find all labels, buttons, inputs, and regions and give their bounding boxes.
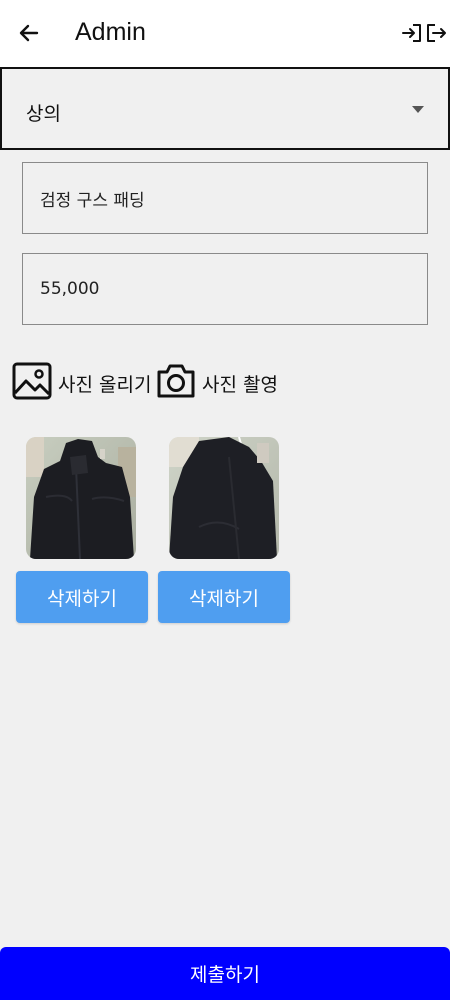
camera-icon [156, 363, 196, 403]
submit-button[interactable]: 제출하기 [0, 947, 450, 1000]
product-name-field[interactable] [22, 162, 428, 234]
category-select[interactable]: 상의 [0, 67, 450, 150]
upload-photo-label: 사진 올리기 [58, 373, 152, 396]
category-selected-value: 상의 [26, 103, 61, 125]
app-bar: Admin [0, 0, 450, 68]
price-field[interactable] [22, 253, 428, 325]
price-input[interactable] [23, 254, 427, 324]
delete-photo-button[interactable]: 삭제하기 [16, 571, 148, 623]
upload-photo-button[interactable]: 사진 올리기 [12, 362, 152, 404]
image-icon [12, 362, 52, 404]
page-title: Admin [75, 18, 146, 46]
login-icon[interactable] [400, 20, 424, 46]
dropdown-arrow-icon [412, 106, 424, 113]
arrow-back-icon[interactable] [14, 18, 44, 48]
logout-icon[interactable] [424, 20, 448, 46]
photo-thumbnail [169, 437, 279, 559]
photo-thumbnail [26, 437, 136, 559]
product-name-input[interactable] [23, 163, 427, 233]
take-photo-button[interactable]: 사진 촬영 [156, 364, 278, 402]
take-photo-label: 사진 촬영 [202, 373, 278, 396]
delete-photo-button[interactable]: 삭제하기 [158, 571, 290, 623]
